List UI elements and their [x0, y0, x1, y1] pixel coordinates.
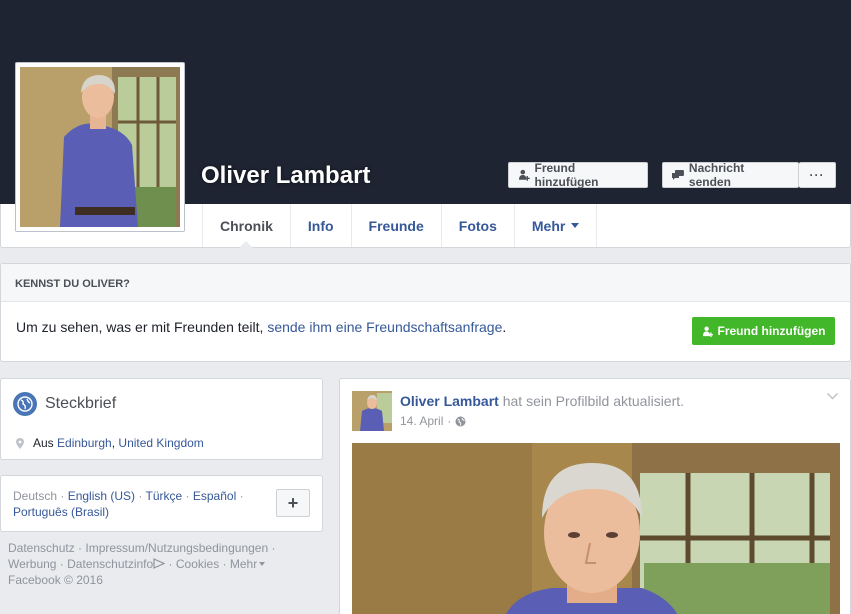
language-current: Deutsch — [13, 489, 58, 503]
location-country-link[interactable]: United Kingdom — [118, 436, 203, 450]
location-prefix: Aus — [33, 436, 58, 450]
footer-line2b[interactable]: · Cookies · Mehr — [165, 557, 258, 571]
profile-name[interactable]: Oliver Lambart — [201, 162, 370, 190]
post-action: hat sein Profilbild aktualisiert. — [498, 393, 685, 409]
location-city-link[interactable]: Edinburgh — [57, 436, 112, 450]
message-icon — [672, 170, 684, 180]
post-meta: 14. April · — [400, 414, 466, 428]
tab-chronik[interactable]: Chronik — [202, 204, 290, 248]
know-text-suffix: . — [502, 319, 507, 335]
tab-chronik-label: Chronik — [220, 217, 273, 234]
add-friend-icon — [702, 326, 713, 337]
language-sep: · — [182, 489, 193, 503]
intro-title: Steckbrief — [13, 392, 116, 416]
more-options-button[interactable]: ··· — [799, 162, 836, 188]
profile-picture-image — [20, 67, 180, 227]
site-footer: Datenschutz · Impressum/Nutzungsbedingun… — [8, 540, 308, 588]
tab-mehr[interactable]: Mehr — [513, 204, 598, 247]
post-card: Oliver Lambart hat sein Profilbild aktua… — [339, 378, 851, 614]
footer-line2a[interactable]: Werbung · Datenschutzinfo — [8, 557, 153, 571]
language-link[interactable]: English (US) — [68, 489, 135, 503]
language-sep: · — [236, 489, 244, 503]
post-author-link[interactable]: Oliver Lambart — [400, 393, 499, 409]
profile-picture[interactable] — [15, 62, 185, 232]
language-list: Deutsch · English (US) · Türkçe · Españo… — [13, 488, 263, 520]
tab-freunde[interactable]: Freunde — [350, 204, 441, 247]
language-link[interactable]: Português (Brasil) — [13, 505, 109, 519]
language-sep: · — [135, 489, 146, 503]
footer-copyright: Facebook © 2016 — [8, 573, 103, 587]
add-friend-button[interactable]: Freund hinzufügen — [508, 161, 648, 189]
footer-links-line1[interactable]: Datenschutz · Impressum/Nutzungsbedingun… — [8, 540, 308, 556]
post-meta-sep: · — [447, 414, 452, 428]
tab-freunde-label: Freunde — [368, 217, 424, 234]
send-message-label: Nachricht senden — [688, 161, 745, 189]
globe-icon — [13, 392, 37, 416]
chevron-down-icon — [259, 562, 266, 566]
add-friend-green-label: Freund hinzufügen — [717, 324, 826, 338]
send-message-button[interactable]: Nachricht senden — [662, 161, 799, 189]
intro-location: Aus Edinburgh, United Kingdom — [16, 436, 204, 450]
tab-info-label: Info — [307, 217, 334, 234]
intro-title-label: Steckbrief — [45, 395, 117, 412]
post-header: Oliver Lambart hat sein Profilbild aktua… — [400, 393, 684, 409]
tab-info[interactable]: Info — [289, 204, 351, 247]
add-friend-label: Freund hinzufügen — [534, 161, 599, 189]
post-options-chevron-icon[interactable] — [827, 393, 838, 400]
know-person-text: Um zu sehen, was er mit Freunden teilt, … — [16, 319, 506, 335]
post-date[interactable]: 14. April — [400, 414, 443, 428]
public-globe-icon — [455, 416, 466, 426]
tab-fotos[interactable]: Fotos — [440, 204, 514, 247]
post-photo[interactable] — [352, 443, 840, 614]
add-friend-icon — [518, 169, 530, 181]
friend-request-link[interactable]: sende ihm eine Freundschaftsanfrage — [267, 319, 502, 335]
location-pin-icon — [16, 437, 24, 449]
more-options-icon: ··· — [809, 168, 825, 182]
chevron-down-icon — [571, 223, 580, 228]
tab-mehr-label: Mehr — [531, 217, 566, 234]
profile-tabs: Chronik Info Freunde Fotos Mehr — [202, 204, 598, 248]
footer-links-line2[interactable]: Werbung · Datenschutzinfo · Cookies · Me… — [8, 556, 308, 572]
know-person-heading: KENNST DU OLIVER? — [1, 264, 850, 302]
language-link[interactable]: Türkçe — [146, 489, 183, 503]
language-link[interactable]: Español — [193, 489, 236, 503]
post-author-avatar[interactable] — [352, 391, 392, 431]
language-sep: · — [57, 489, 68, 503]
add-language-button[interactable]: + — [276, 489, 310, 517]
know-text-prefix: Um zu sehen, was er mit Freunden teilt, — [16, 319, 268, 335]
tab-fotos-label: Fotos — [458, 217, 497, 234]
know-person-card: KENNST DU OLIVER? Um zu sehen, was er mi… — [0, 263, 851, 362]
intro-card: Steckbrief Aus Edinburgh, United Kingdom — [0, 378, 323, 460]
language-card: Deutsch · English (US) · Türkçe · Españo… — [0, 475, 323, 532]
add-friend-green-button[interactable]: Freund hinzufügen — [692, 317, 835, 345]
adchoices-icon — [153, 558, 166, 569]
